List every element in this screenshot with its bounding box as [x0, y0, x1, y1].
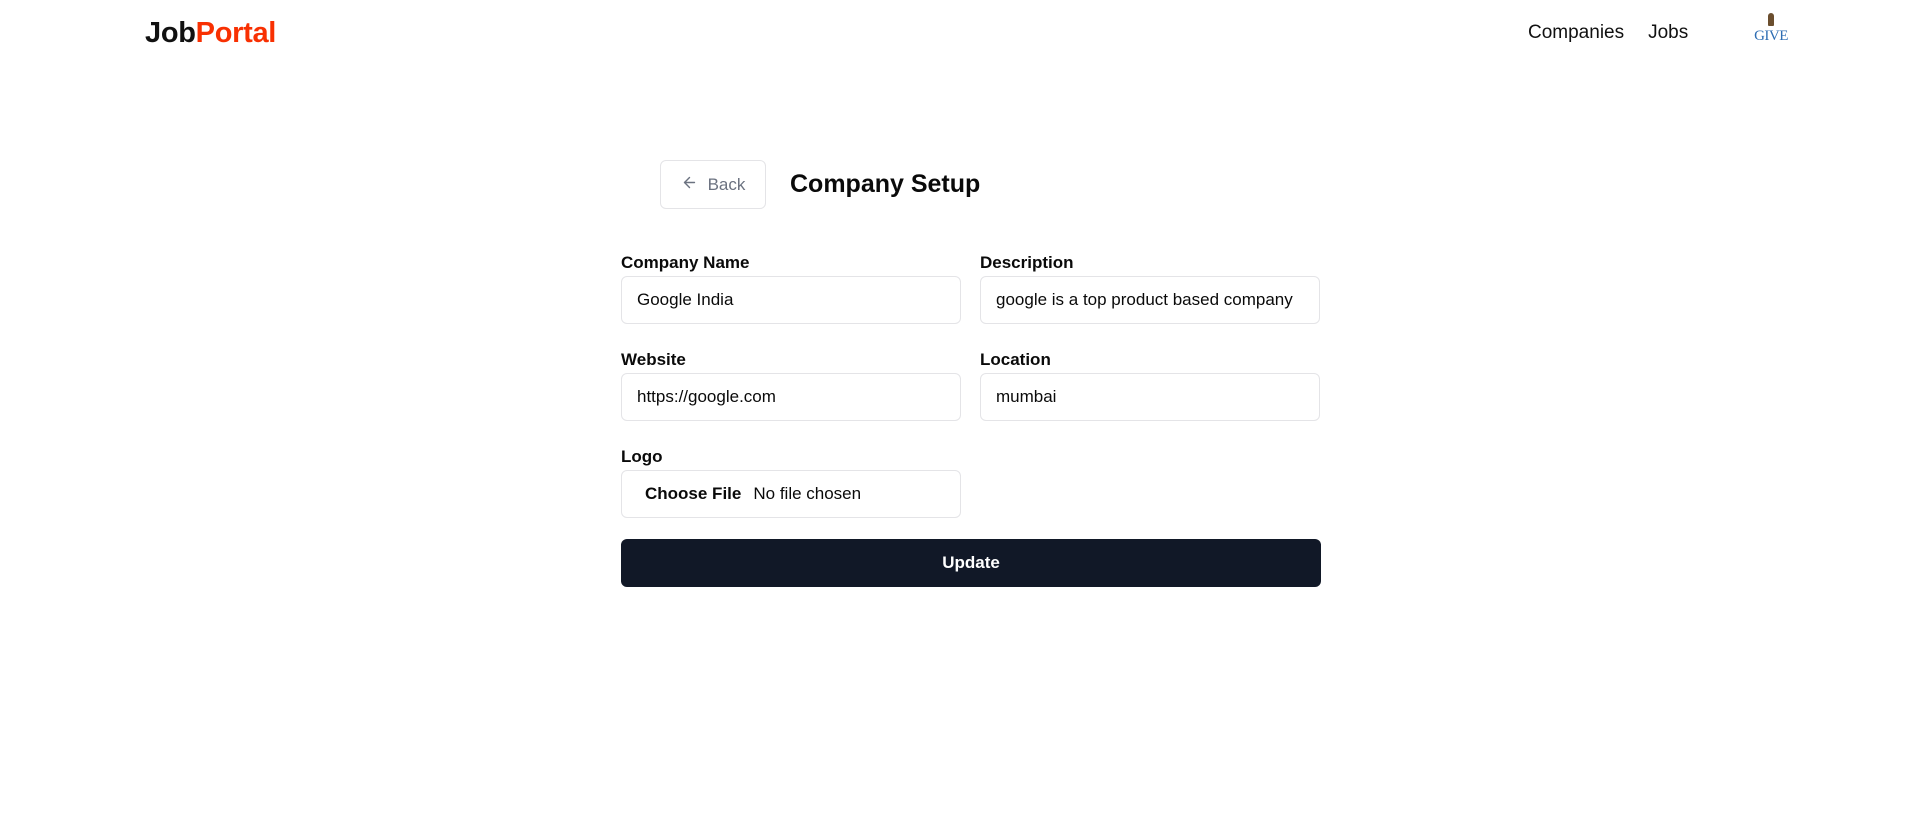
- nav-link-jobs[interactable]: Jobs: [1648, 22, 1688, 44]
- logo-label: Logo: [621, 447, 663, 466]
- page-title: Company Setup: [790, 170, 981, 198]
- website-input[interactable]: [621, 373, 961, 421]
- location-input[interactable]: [980, 373, 1320, 421]
- description-input[interactable]: [980, 276, 1320, 324]
- company-name-label: Company Name: [621, 253, 750, 272]
- company-name-input[interactable]: [621, 276, 961, 324]
- arrow-left-icon: [681, 174, 698, 196]
- logo[interactable]: JobPortal: [145, 17, 276, 50]
- update-button[interactable]: Update: [621, 539, 1321, 587]
- nav-link-companies[interactable]: Companies: [1528, 22, 1624, 44]
- location-label: Location: [980, 350, 1051, 369]
- avatar-figure: [1768, 13, 1774, 26]
- avatar-text: GIVE: [1754, 27, 1788, 44]
- logo-file-input[interactable]: Choose File No file chosen: [621, 470, 961, 518]
- description-label: Description: [980, 253, 1074, 272]
- back-button[interactable]: Back: [660, 160, 766, 209]
- nav-links: Companies Jobs: [1528, 22, 1688, 44]
- choose-file-button[interactable]: Choose File: [645, 484, 741, 504]
- logo-portal-text: Portal: [195, 17, 277, 49]
- website-label: Website: [621, 350, 686, 369]
- back-button-label: Back: [707, 174, 746, 194]
- avatar[interactable]: GIVE: [1751, 10, 1791, 50]
- navbar: JobPortal Companies Jobs GIVE: [0, 0, 1920, 70]
- page-header: Back Company Setup: [660, 160, 980, 209]
- file-status-text: No file chosen: [753, 484, 862, 503]
- logo-job-text: Job: [145, 17, 196, 49]
